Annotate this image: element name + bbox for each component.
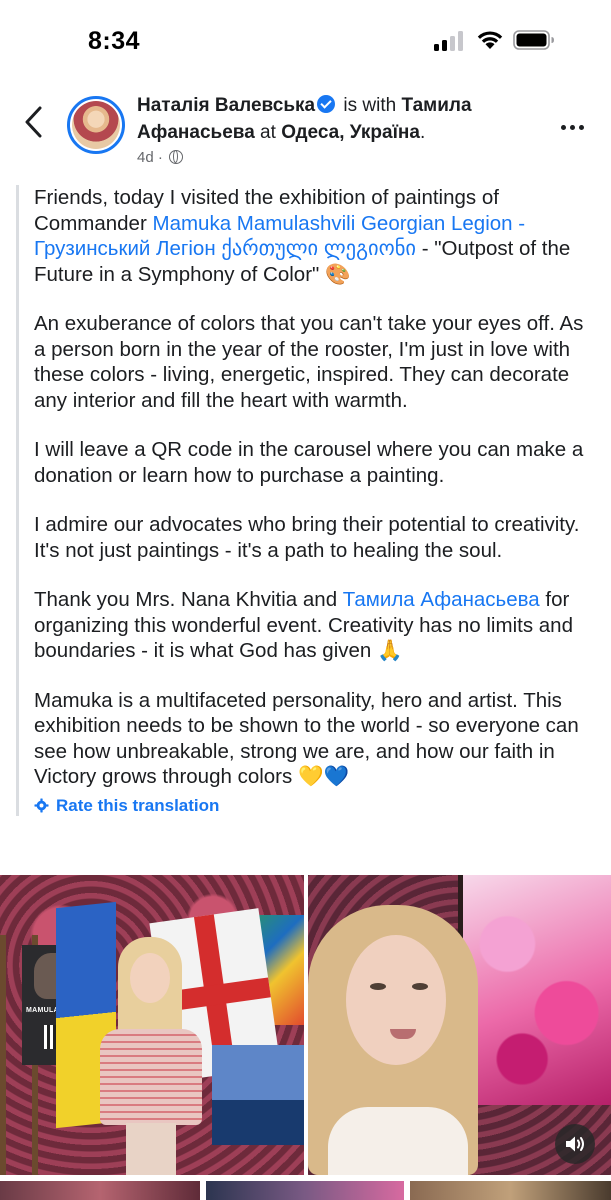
author-avatar[interactable]	[67, 96, 125, 154]
dot-icon	[579, 125, 584, 130]
post-paragraph: I admire our advocates who bring their p…	[34, 513, 580, 562]
status-bar: 8:34	[0, 0, 611, 80]
globe-icon	[169, 150, 184, 164]
period: .	[419, 122, 426, 143]
more-options-button[interactable]	[561, 117, 591, 130]
post-timestamp[interactable]: 4d	[137, 149, 154, 166]
carousel-photo-exhibition[interactable]: MAMULASHVILI	[0, 875, 304, 1175]
avatar-photo	[72, 101, 120, 149]
at-text: at	[254, 122, 282, 143]
wifi-icon	[477, 31, 503, 49]
location-link[interactable]: Одеса, Україна	[281, 122, 420, 143]
cellular-signal-icon	[434, 31, 463, 51]
pink-abstract-painting	[463, 875, 611, 1105]
author-name[interactable]: Наталія Валевська	[137, 95, 315, 116]
next-post-thumbnail[interactable]	[206, 1181, 404, 1200]
face	[130, 953, 170, 1003]
post-body: Friends, today I visited the exhibition …	[16, 185, 600, 816]
exhibition-poster-blue	[212, 1045, 304, 1145]
dot-icon	[561, 125, 566, 130]
post-paragraph: Friends, today I visited the exhibition …	[34, 185, 600, 287]
post-paragraph: An exuberance of colors that you can't t…	[34, 312, 584, 412]
verified-badge-icon	[317, 95, 336, 113]
next-post-thumbnail[interactable]	[410, 1181, 611, 1200]
trousers	[126, 1123, 176, 1175]
speaker-icon	[566, 1136, 584, 1152]
meta-separator: ·	[153, 149, 168, 166]
with-text: is with	[338, 95, 402, 116]
coat	[100, 1029, 202, 1125]
text-segment: Thank you Mrs. Nana Khvitia and	[34, 588, 343, 611]
face	[346, 935, 446, 1065]
eye	[412, 983, 428, 990]
battery-icon	[513, 30, 554, 50]
clock: 8:34	[88, 27, 141, 55]
tagged-person-link[interactable]: Тамила Афанасьева	[343, 588, 540, 611]
white-top	[328, 1107, 468, 1175]
rate-translation-label: Rate this translation	[56, 795, 220, 815]
rate-translation-button[interactable]: Rate this translation	[34, 796, 600, 816]
back-arrow-icon[interactable]	[22, 104, 46, 140]
post-paragraph: Thank you Mrs. Nana Khvitia and Тамила А…	[34, 587, 600, 664]
post-paragraph: Mamuka is a multifaceted personality, he…	[34, 688, 579, 789]
post-meta: 4d ·	[137, 149, 184, 166]
woman-in-pink-coat	[96, 937, 206, 1175]
post-header: Наталія Валевська is with Тамила Афанась…	[137, 92, 537, 146]
next-post-thumbnail[interactable]	[0, 1181, 200, 1200]
eye	[370, 983, 386, 990]
post-paragraph: I will leave a QR code in the carousel w…	[34, 438, 584, 487]
sound-toggle-button[interactable]	[555, 1124, 595, 1164]
dot-icon	[570, 125, 575, 130]
gear-icon	[34, 798, 49, 813]
